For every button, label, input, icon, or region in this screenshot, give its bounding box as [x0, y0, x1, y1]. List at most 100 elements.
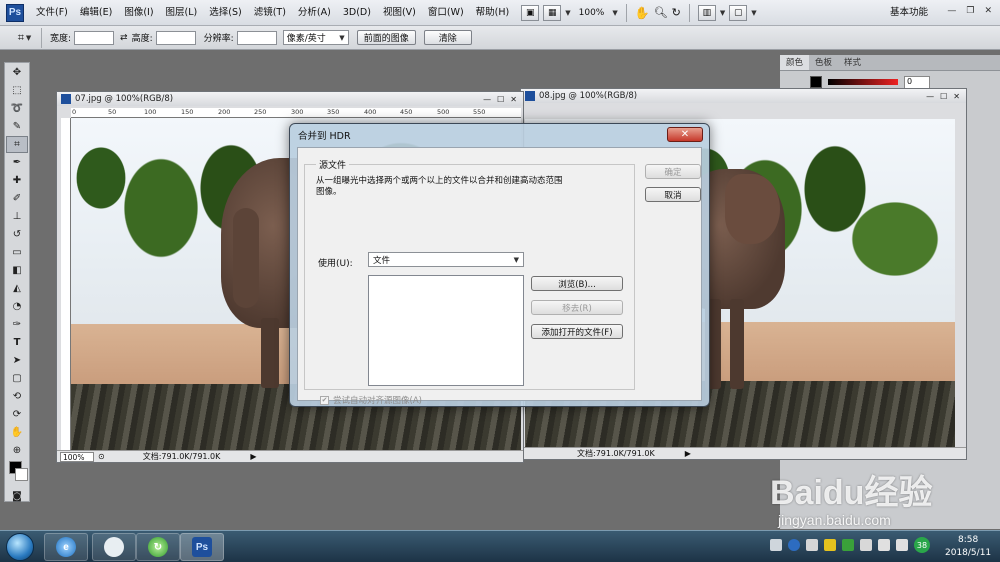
hand-tool-icon[interactable]: ✋ [635, 6, 650, 20]
zoom-tool-icon[interactable]: ⊕ [6, 442, 28, 459]
clone-stamp-tool-icon[interactable]: ⊥ [6, 208, 28, 225]
antivirus-icon[interactable] [842, 539, 854, 551]
volume-icon[interactable] [896, 539, 908, 551]
menu-layer[interactable]: 图层(L) [160, 0, 204, 26]
auto-align-checkbox[interactable]: ✔ [320, 395, 329, 405]
browse-button[interactable]: 浏览(B)... [531, 276, 623, 291]
auto-align-row[interactable]: ✔ 尝试自动对齐源图像(A) [320, 394, 422, 406]
menu-3d[interactable]: 3D(D) [337, 0, 377, 26]
system-clock[interactable]: 8:58 2018/5/11 [945, 534, 991, 560]
path-select-tool-icon[interactable]: ➤ [6, 352, 28, 369]
maximize-icon[interactable]: ☐ [497, 95, 504, 104]
dialog-close-button[interactable]: ✕ [667, 127, 703, 142]
dodge-tool-icon[interactable]: ◔ [6, 298, 28, 315]
tab-swatches[interactable]: 色板 [809, 55, 838, 70]
history-brush-tool-icon[interactable]: ↺ [6, 226, 28, 243]
taskbar-ie-button[interactable]: e [44, 533, 88, 561]
add-open-files-button[interactable]: 添加打开的文件(F) [531, 324, 623, 339]
zoom-level-select[interactable]: 100% [575, 8, 609, 18]
close-icon[interactable]: ✕ [510, 95, 517, 104]
dialog-titlebar[interactable]: 合并到 HDR [290, 124, 709, 146]
close-icon[interactable]: ✕ [953, 92, 960, 101]
zoom-tool-icon[interactable]: 🔍︎ [654, 6, 668, 19]
menu-window[interactable]: 窗口(W) [422, 0, 470, 26]
resolution-input[interactable] [236, 30, 277, 45]
crop-tool-icon[interactable]: ⌗ [6, 136, 28, 153]
menu-select[interactable]: 选择(S) [203, 0, 247, 26]
maximize-icon[interactable]: ☐ [940, 92, 947, 101]
width-input[interactable] [74, 30, 115, 45]
use-select[interactable]: 文件 ▼ [368, 252, 524, 267]
red-slider[interactable] [828, 79, 898, 85]
3d-rotate-tool-icon[interactable]: ⟲ [6, 388, 28, 405]
chevron-down-icon[interactable]: ▼ [720, 9, 725, 17]
taskbar-photoshop-button[interactable]: Ps [180, 533, 224, 561]
restore-icon[interactable]: ❐ [966, 6, 974, 16]
menu-filter[interactable]: 滤镜(T) [248, 0, 292, 26]
status-arrow-icon[interactable]: ▶ [250, 452, 256, 461]
document-titlebar[interactable]: 07.jpg @ 100%(RGB/8) — ☐ ✕ [57, 92, 523, 106]
brush-tool-icon[interactable]: ✐ [6, 190, 28, 207]
resolution-unit-select[interactable]: 像素/英寸 ▼ [282, 30, 349, 45]
quick-select-tool-icon[interactable]: ✎ [6, 118, 28, 135]
tray-badge[interactable]: 38 [914, 537, 930, 553]
shape-tool-icon[interactable]: ▢ [6, 370, 28, 387]
front-image-button[interactable]: 前面的图像 [356, 30, 416, 45]
menu-view[interactable]: 视图(V) [377, 0, 422, 26]
source-file-list[interactable] [368, 275, 524, 386]
height-input[interactable] [155, 30, 196, 45]
menu-file[interactable]: 文件(F) [30, 0, 74, 26]
status-arrow-icon[interactable]: ▶ [685, 449, 691, 458]
tool-preset-picker[interactable]: ⌗ ▼ [8, 27, 42, 48]
flag-icon[interactable] [860, 539, 872, 551]
gradient-tool-icon[interactable]: ◧ [6, 262, 28, 279]
workspace-switcher[interactable]: 基本功能 [890, 0, 928, 26]
color-swatch[interactable] [810, 76, 822, 88]
remove-button[interactable]: 移去(R) [531, 300, 623, 315]
3d-orbit-tool-icon[interactable]: ⟳ [6, 406, 28, 423]
healing-brush-tool-icon[interactable]: ✚ [6, 172, 28, 189]
help-icon[interactable] [788, 539, 800, 551]
red-value-input[interactable]: 0 [904, 75, 930, 89]
hand-tool-icon[interactable]: ✋ [6, 424, 28, 441]
cancel-button[interactable]: 取消 [645, 187, 701, 202]
chevron-down-icon[interactable]: ▼ [751, 9, 756, 17]
eraser-tool-icon[interactable]: ▭ [6, 244, 28, 261]
clear-button[interactable]: 清除 [423, 30, 472, 45]
menu-help[interactable]: 帮助(H) [470, 0, 516, 26]
background-color-swatch[interactable] [15, 468, 28, 481]
tab-styles[interactable]: 样式 [838, 55, 867, 70]
document-zoom-field[interactable]: 100% [60, 451, 94, 462]
menu-analysis[interactable]: 分析(A) [292, 0, 337, 26]
move-tool-icon[interactable]: ✥ [6, 64, 28, 81]
ok-button[interactable]: 确定 [645, 164, 701, 179]
eyedropper-tool-icon[interactable]: ✒ [6, 154, 28, 171]
view-extras-button[interactable]: ▦ [543, 4, 562, 21]
chevron-down-icon[interactable]: ▼ [612, 9, 617, 17]
document-titlebar[interactable]: 08.jpg @ 100%(RGB/8) — ☐ ✕ [521, 89, 966, 103]
screen-mode-button[interactable]: ▢ [729, 4, 748, 21]
close-icon[interactable]: ✕ [984, 6, 992, 16]
chevron-down-icon[interactable]: ▼ [565, 9, 570, 17]
minimize-icon[interactable]: — [926, 92, 934, 101]
arrange-documents-button[interactable]: ▥ [697, 4, 716, 21]
marquee-tool-icon[interactable]: ⬚ [6, 82, 28, 99]
rotate-view-icon[interactable]: ↻ [672, 6, 681, 19]
lasso-tool-icon[interactable]: ➰ [6, 100, 28, 117]
type-tool-icon[interactable]: T [6, 334, 28, 351]
pen-tool-icon[interactable]: ✑ [6, 316, 28, 333]
taskbar-qq-button[interactable] [92, 533, 136, 561]
shield-icon[interactable] [806, 539, 818, 551]
security-icon[interactable] [824, 539, 836, 551]
bridge-button[interactable]: ▣ [521, 4, 540, 21]
swap-icon[interactable]: ⇄ [120, 33, 128, 43]
menu-image[interactable]: 图像(I) [118, 0, 159, 26]
minimize-icon[interactable]: — [947, 6, 956, 16]
menu-edit[interactable]: 编辑(E) [74, 0, 118, 26]
zoom-preview-icon[interactable]: ⊙ [98, 452, 105, 461]
vertical-ruler[interactable] [61, 118, 71, 450]
minimize-icon[interactable]: — [483, 95, 491, 104]
horizontal-ruler[interactable]: 0 50 100 150 200 250 300 350 400 450 500… [71, 108, 521, 118]
start-button[interactable] [6, 533, 34, 561]
signal-icon[interactable] [878, 539, 890, 551]
